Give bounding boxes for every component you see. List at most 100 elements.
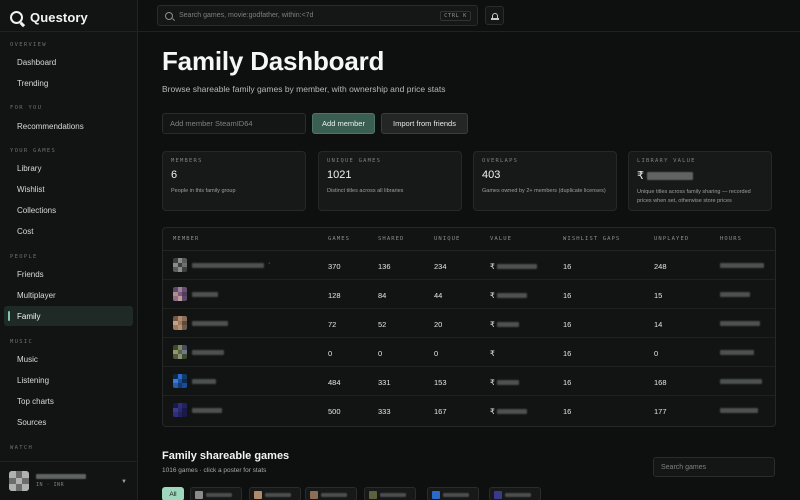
sidebar-item-cost[interactable]: Cost (4, 221, 133, 241)
cell-hours-redacted (720, 263, 764, 268)
divider (0, 31, 138, 32)
member-name-redacted (206, 493, 232, 497)
cell-games: 370 (328, 262, 341, 271)
sidebar-item-listening[interactable]: Listening (4, 370, 133, 390)
filter-chip-member[interactable] (249, 487, 301, 500)
games-search-input[interactable]: Search games (653, 457, 775, 477)
avatar (173, 374, 187, 388)
questory-logo-icon (10, 10, 23, 24)
add-member-button[interactable]: Add member (312, 113, 375, 134)
avatar (9, 471, 29, 491)
avatar (432, 491, 440, 499)
section-subtitle: 1016 games · click a poster for stats (162, 467, 267, 474)
avatar (173, 287, 187, 301)
column-header[interactable]: SHARED (378, 236, 404, 242)
cell-wishlist-gaps: 16 (563, 291, 572, 300)
cell-unique: 167 (434, 407, 447, 416)
cell-value: ₹ (490, 291, 527, 300)
sidebar-item-sources[interactable]: Sources (4, 412, 133, 432)
global-search-input[interactable]: Search games, movie:godfather, within:<7… (157, 5, 478, 26)
nav-section-music: MUSIC (10, 339, 34, 345)
stat-label: OVERLAPS (482, 158, 519, 164)
avatar (173, 258, 187, 272)
cell-wishlist-gaps: 16 (563, 378, 572, 387)
filter-chip-member[interactable] (305, 487, 357, 500)
sidebar-item-friends[interactable]: Friends (4, 264, 133, 284)
notifications-button[interactable] (485, 6, 504, 25)
member-steamid-input[interactable]: Add member SteamID64 (162, 113, 306, 134)
page-title: Family Dashboard (162, 46, 385, 76)
filter-chip-member[interactable] (489, 487, 541, 500)
import-from-friends-button[interactable]: Import from friends (381, 113, 468, 134)
member-name-redacted (505, 493, 531, 497)
sidebar-item-trending[interactable]: Trending (4, 73, 133, 93)
chevron-down-icon[interactable]: ▼ (121, 479, 127, 485)
table-row[interactable]: 0 0 0 16 0 ₹ (163, 338, 775, 367)
cell-games: 0 (328, 349, 333, 358)
column-header[interactable]: GAMES (328, 236, 350, 242)
brand[interactable]: Questory (10, 9, 88, 25)
cell-games: 484 (328, 378, 341, 387)
stat-card-members: MEMBERS 6 People in this family group (162, 151, 306, 211)
filter-chip-member[interactable] (364, 487, 416, 500)
nav-section-watch: WATCH (10, 445, 34, 451)
member-name-redacted (443, 493, 469, 497)
sidebar-item-top-charts[interactable]: Top charts (4, 391, 133, 411)
bell-icon (490, 12, 499, 20)
sidebar-item-family[interactable]: Family (4, 306, 133, 326)
filter-chip-member[interactable] (427, 487, 479, 500)
user-menu[interactable]: IN · INR ▼ (0, 461, 138, 500)
avatar (173, 403, 187, 417)
sidebar-item-music[interactable]: Music (4, 349, 133, 369)
column-header[interactable]: UNPLAYED (654, 236, 689, 242)
cell-unique: 20 (434, 320, 443, 329)
sidebar-item-collections[interactable]: Collections (4, 200, 133, 220)
stat-description: Games owned by 2+ members (duplicate lic… (482, 188, 606, 194)
sidebar-item-dashboard[interactable]: Dashboard (4, 52, 133, 72)
cell-wishlist-gaps: 16 (563, 407, 572, 416)
owner-indicator: · (268, 260, 271, 267)
stat-description: Unique titles across family sharing — re… (637, 189, 751, 204)
table-row[interactable]: 72 52 20 16 14 ₹ (163, 309, 775, 338)
sidebar-item-recommendations[interactable]: Recommendations (4, 116, 133, 136)
table-row[interactable]: · 370 136 234 16 248 ₹ (163, 251, 775, 280)
member-name-redacted (192, 321, 228, 326)
table-row[interactable]: 128 84 44 16 15 ₹ (163, 280, 775, 309)
filter-chip-member[interactable] (190, 487, 242, 500)
section-title: Family shareable games (162, 450, 290, 462)
cell-wishlist-gaps: 16 (563, 349, 572, 358)
avatar (173, 316, 187, 330)
member-name-redacted (192, 379, 216, 384)
brand-name: Questory (30, 9, 88, 25)
member-name-redacted (192, 408, 222, 413)
avatar (173, 345, 187, 359)
table-row[interactable]: 500 333 167 16 177 ₹ (163, 396, 775, 425)
cell-wishlist-gaps: 16 (563, 320, 572, 329)
filter-chip-all[interactable]: All (162, 487, 184, 500)
column-header[interactable]: WISHLIST GAPS (563, 236, 620, 242)
sidebar-item-wishlist[interactable]: Wishlist (4, 179, 133, 199)
cell-hours-redacted (720, 350, 754, 355)
cell-unique: 0 (434, 349, 439, 358)
sidebar-item-library[interactable]: Library (4, 158, 133, 178)
cell-value: ₹ (490, 320, 519, 329)
cell-value: ₹ (490, 262, 537, 271)
column-header[interactable]: UNIQUE (434, 236, 460, 242)
stat-card-overlaps: OVERLAPS 403 Games owned by 2+ members (… (473, 151, 617, 211)
avatar (254, 491, 262, 499)
cell-unplayed: 0 (654, 349, 659, 358)
member-name-redacted (192, 350, 224, 355)
stat-label: LIBRARY VALUE (637, 158, 696, 164)
column-header[interactable]: VALUE (490, 236, 512, 242)
column-header[interactable]: HOURS (720, 236, 742, 242)
cell-unplayed: 248 (654, 262, 667, 271)
sidebar-item-multiplayer[interactable]: Multiplayer (4, 285, 133, 305)
column-header[interactable]: MEMBER (173, 236, 199, 242)
member-name-redacted (192, 292, 218, 297)
cell-value: ₹ (490, 349, 495, 358)
cell-shared: 52 (378, 320, 387, 329)
cell-unique: 153 (434, 378, 447, 387)
avatar (494, 491, 502, 499)
table-row[interactable]: 484 331 153 16 168 ₹ (163, 367, 775, 396)
stat-value: 1021 (327, 169, 352, 181)
